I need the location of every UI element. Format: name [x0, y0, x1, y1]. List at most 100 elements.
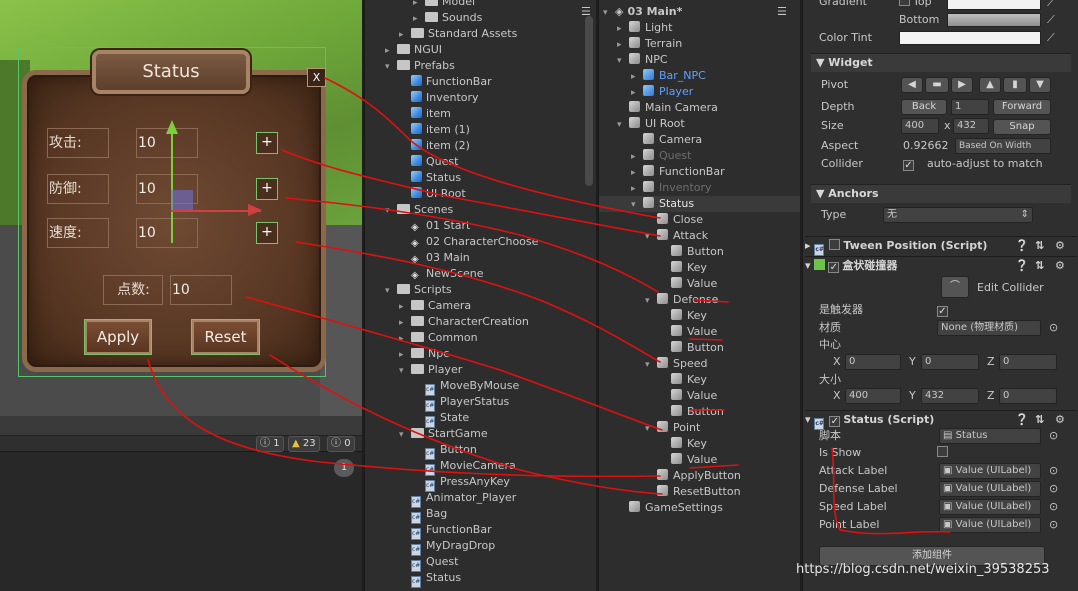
material-field[interactable]: None (物理材质): [937, 320, 1041, 336]
size-height-field[interactable]: 432: [953, 118, 989, 134]
hierarchy-item[interactable]: ▾ Point: [645, 420, 700, 436]
gradient-bottom-swatch[interactable]: [947, 13, 1041, 27]
hierarchy-item[interactable]: ▾ Status: [631, 196, 694, 212]
apply-button[interactable]: Apply: [85, 320, 151, 354]
pivot-left-button[interactable]: ◀: [901, 77, 923, 93]
foldout-arrow-icon[interactable]: ▸: [385, 43, 397, 59]
project-script-item[interactable]: c# FunctionBar: [399, 522, 492, 540]
project-prefab-item[interactable]: FunctionBar: [399, 74, 492, 90]
snap-button[interactable]: Snap: [993, 119, 1051, 135]
project-folder-item[interactable]: ▸ Camera: [399, 298, 471, 314]
project-folder-item[interactable]: ▸ Common: [399, 330, 478, 346]
eyedropper-icon[interactable]: ⟋: [1047, 30, 1055, 46]
pivot-bottom-button[interactable]: ▼: [1029, 77, 1051, 93]
foldout-arrow-icon[interactable]: ▾: [385, 203, 397, 219]
hierarchy-item[interactable]: Close: [645, 212, 703, 228]
hierarchy-item[interactable]: Button: [659, 404, 724, 420]
move-gizmo-y-axis[interactable]: [171, 128, 173, 243]
auto-adjust-checkbox[interactable]: [903, 160, 914, 171]
project-menu-icon[interactable]: ☰: [581, 4, 591, 20]
foldout-arrow-icon[interactable]: ▸: [617, 37, 629, 53]
project-prefab-item[interactable]: item (1): [399, 122, 470, 138]
object-picker-icon[interactable]: ⊙: [1049, 517, 1058, 533]
hierarchy-item[interactable]: ▸ Terrain: [617, 36, 682, 52]
gradient-checkbox[interactable]: [899, 0, 910, 6]
hierarchy-item[interactable]: ▸ Bar_NPC: [631, 68, 706, 84]
hierarchy-item[interactable]: GameSettings: [617, 500, 723, 516]
preset-icon[interactable]: ⇅: [1035, 411, 1044, 429]
edit-collider-button[interactable]: ⌒: [941, 276, 969, 298]
hierarchy-item[interactable]: ▾ NPC: [617, 52, 668, 68]
center-y-field[interactable]: 0: [921, 354, 979, 370]
foldout-arrow-icon[interactable]: ▼: [816, 56, 828, 69]
foldout-arrow-icon[interactable]: ▸: [805, 239, 814, 252]
hierarchy-item[interactable]: ApplyButton: [645, 468, 741, 484]
hierarchy-item[interactable]: ▸ FunctionBar: [631, 164, 725, 180]
move-gizmo-plane[interactable]: [171, 190, 193, 210]
hierarchy-item[interactable]: Value: [659, 388, 717, 404]
project-panel[interactable]: ▸ Model ▸ Sounds ▸ Standard Assets ▸ NGUI ▾ Prefa…: [364, 0, 596, 591]
is-show-checkbox[interactable]: [937, 446, 948, 457]
foldout-arrow-icon[interactable]: ▾: [617, 53, 629, 69]
project-scene-item[interactable]: ◈ 03 Main: [399, 250, 470, 266]
project-script-item[interactable]: c# Bag: [399, 506, 447, 524]
hierarchy-item[interactable]: Value: [659, 324, 717, 340]
anchor-type-dropdown[interactable]: 无 ⇕: [883, 207, 1033, 223]
foldout-arrow-icon[interactable]: ▸: [399, 347, 411, 363]
project-script-item[interactable]: c# Status: [399, 570, 461, 588]
foldout-arrow-icon[interactable]: ▾: [645, 357, 657, 373]
project-prefab-item[interactable]: item (2): [399, 138, 470, 154]
defense-plus-button[interactable]: +: [256, 178, 278, 200]
depth-forward-button[interactable]: Forward: [993, 99, 1051, 115]
project-folder-item[interactable]: ▸ Standard Assets: [399, 26, 517, 42]
foldout-arrow-icon[interactable]: ▾: [805, 413, 814, 426]
preset-icon[interactable]: ⇅: [1035, 237, 1044, 255]
hierarchy-item[interactable]: ▸ Quest: [631, 148, 691, 164]
foldout-arrow-icon[interactable]: ▸: [631, 69, 643, 85]
close-button[interactable]: X: [307, 68, 326, 87]
project-prefab-item[interactable]: item: [399, 106, 451, 122]
project-folder-item[interactable]: ▸ Model: [413, 0, 475, 10]
foldout-arrow-icon[interactable]: ▾: [645, 229, 657, 245]
reset-button[interactable]: Reset: [192, 320, 259, 354]
foldout-arrow-icon[interactable]: ▼: [816, 187, 828, 200]
project-folder-item[interactable]: ▸ Npc: [399, 346, 449, 362]
project-folder-item[interactable]: ▾ Prefabs: [385, 58, 455, 74]
foldout-arrow-icon[interactable]: ▸: [399, 299, 411, 315]
hierarchy-item[interactable]: Key: [659, 260, 707, 276]
point-label-field[interactable]: ▣ Value (UILabel): [939, 517, 1041, 533]
box-collider-component[interactable]: ▾ 盒状碰撞器 ❔ ⇅ ⚙: [805, 256, 1077, 274]
project-script-item[interactable]: c# Button: [413, 442, 477, 460]
widget-section-header[interactable]: ▼ Widget: [811, 53, 1071, 72]
component-enable-checkbox[interactable]: [829, 416, 841, 427]
object-picker-icon[interactable]: ⊙: [1049, 463, 1058, 479]
inspector-panel[interactable]: Gradient Top Bottom ⟋ ⟋ Color Tint ⟋ ▼ W…: [802, 0, 1078, 591]
foldout-arrow-icon[interactable]: ▾: [399, 363, 411, 379]
foldout-arrow-icon[interactable]: ▸: [631, 165, 643, 181]
project-scrollbar[interactable]: [585, 16, 593, 186]
speed-label-field[interactable]: ▣ Value (UILabel): [939, 499, 1041, 515]
project-script-item[interactable]: c# MoveByMouse: [413, 378, 519, 396]
hierarchy-item[interactable]: Key: [659, 436, 707, 452]
foldout-arrow-icon[interactable]: ▾: [385, 59, 397, 75]
attack-label-field[interactable]: ▣ Value (UILabel): [939, 463, 1041, 479]
hierarchy-item[interactable]: Camera: [631, 132, 702, 148]
eyedropper-icon[interactable]: ⟋: [1047, 0, 1055, 11]
tween-position-component[interactable]: ▸ c# Tween Position (Script) ❔ ⇅ ⚙: [805, 236, 1077, 256]
hierarchy-item[interactable]: Value: [659, 276, 717, 292]
project-script-item[interactable]: c# PlayerStatus: [413, 394, 509, 412]
object-picker-icon[interactable]: ⊙: [1049, 481, 1058, 497]
pivot-middle-button[interactable]: ▮: [1003, 77, 1027, 93]
help-icon[interactable]: ❔: [1015, 257, 1029, 275]
object-picker-icon[interactable]: ⊙: [1049, 499, 1058, 515]
is-trigger-toggle[interactable]: [937, 302, 951, 318]
error-count-badge[interactable]: ⓘ 0: [327, 436, 355, 452]
foldout-arrow-icon[interactable]: ▾: [617, 117, 629, 133]
speed-plus-button[interactable]: +: [256, 222, 278, 244]
scene-view[interactable]: Status X 攻击: 10 + 防御: 10 + 速度: 10 + 点数: …: [0, 0, 362, 416]
hierarchy-menu-icon[interactable]: ☰: [777, 4, 787, 20]
gizmo-right-arrow-icon[interactable]: [248, 204, 262, 216]
project-prefab-item[interactable]: Inventory: [399, 90, 479, 106]
project-folder-item[interactable]: ▸ CharacterCreation: [399, 314, 529, 330]
attack-plus-button[interactable]: +: [256, 132, 278, 154]
